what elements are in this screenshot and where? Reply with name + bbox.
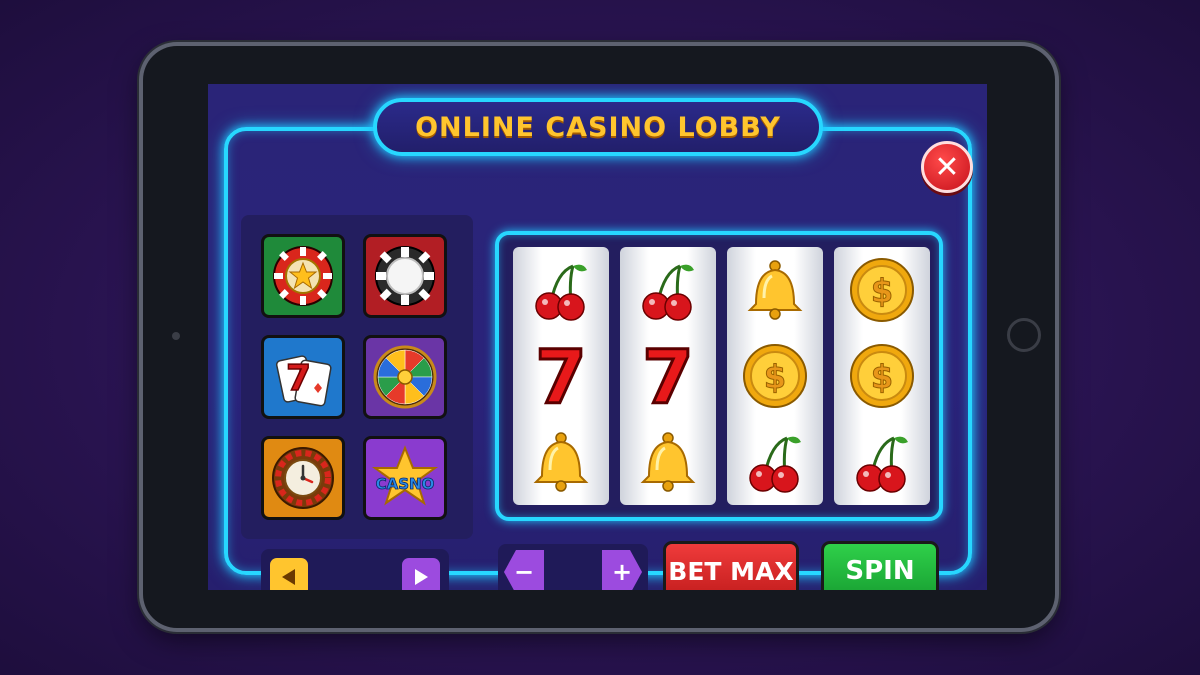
lucky-seven-cards-icon: 7 xyxy=(275,355,332,407)
svg-text:7: 7 xyxy=(642,341,694,411)
reel-1: 7 xyxy=(513,247,609,505)
arrow-right-icon xyxy=(415,569,428,585)
game-tile-roulette[interactable] xyxy=(261,436,345,520)
cherry-icon xyxy=(620,247,716,333)
svg-text:$: $ xyxy=(871,358,893,396)
camera-dot xyxy=(172,332,180,340)
bet-stepper: − + xyxy=(498,544,648,590)
increase-bet-button[interactable]: + xyxy=(602,550,642,590)
bet-max-button[interactable]: BET MAX xyxy=(663,541,799,590)
coin-icon: $ xyxy=(834,333,930,419)
title-banner: ONLINE CASINO LOBBY xyxy=(373,98,823,156)
lobby-pager xyxy=(261,549,449,590)
casino-star-icon: CASNO xyxy=(371,445,439,506)
poker-chip-icon xyxy=(375,246,435,306)
game-tile-lucky-seven[interactable]: 7 xyxy=(261,335,345,419)
reel-4: $ $ xyxy=(834,247,930,505)
game-list-panel: 7 CASNO xyxy=(241,215,473,539)
cherry-icon xyxy=(513,247,609,333)
tablet-device: ONLINE CASINO LOBBY ✕ 7 CASNO 7 7 $ $ $ … xyxy=(143,46,1055,628)
seven-icon: 7 xyxy=(620,333,716,419)
decrease-bet-button[interactable]: − xyxy=(504,550,544,590)
page-title: ONLINE CASINO LOBBY xyxy=(415,111,781,143)
close-icon: ✕ xyxy=(934,149,960,185)
bell-icon xyxy=(513,419,609,505)
spin-button[interactable]: SPIN xyxy=(821,541,939,590)
game-tile-poker-chip-star[interactable] xyxy=(261,234,345,318)
reel-2: 7 xyxy=(620,247,716,505)
game-tile-casino-star[interactable]: CASNO xyxy=(363,436,447,520)
svg-text:$: $ xyxy=(764,358,786,396)
svg-text:7: 7 xyxy=(535,341,587,411)
coin-icon: $ xyxy=(834,247,930,333)
game-tile-poker-chip[interactable] xyxy=(363,234,447,318)
svg-text:7: 7 xyxy=(286,358,311,399)
slot-machine: 7 7 $ $ $ xyxy=(495,231,943,521)
cherry-icon xyxy=(727,419,823,505)
svg-text:$: $ xyxy=(871,272,893,310)
casino-star-badge: CASNO xyxy=(376,475,435,493)
fortune-wheel-icon xyxy=(373,345,437,409)
bell-icon xyxy=(620,419,716,505)
next-page-button[interactable] xyxy=(402,558,440,590)
cherry-icon xyxy=(834,419,930,505)
roulette-clock-icon xyxy=(272,447,334,509)
bell-icon xyxy=(727,247,823,333)
arrow-left-icon xyxy=(282,569,295,585)
game-screen: ONLINE CASINO LOBBY ✕ 7 CASNO 7 7 $ $ $ … xyxy=(208,84,987,590)
prev-page-button[interactable] xyxy=(270,558,308,590)
game-tile-wheel-of-fortune[interactable] xyxy=(363,335,447,419)
home-button[interactable] xyxy=(1007,318,1041,352)
close-button[interactable]: ✕ xyxy=(921,141,973,193)
seven-icon: 7 xyxy=(513,333,609,419)
poker-chip-star-icon xyxy=(273,246,333,306)
coin-icon: $ xyxy=(727,333,823,419)
reel-3: $ xyxy=(727,247,823,505)
